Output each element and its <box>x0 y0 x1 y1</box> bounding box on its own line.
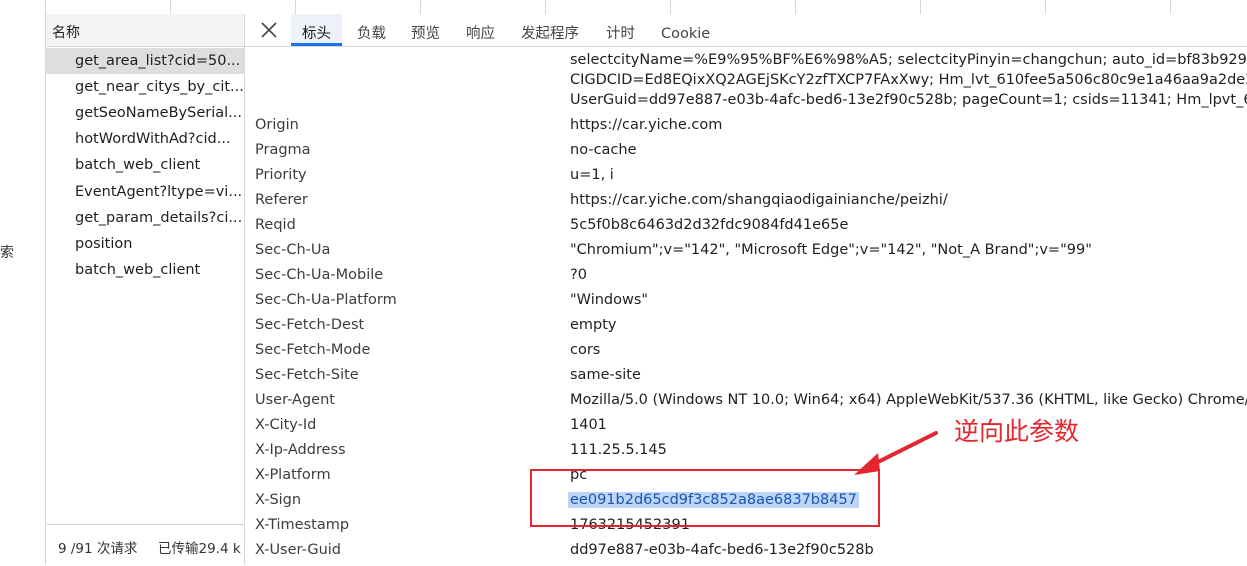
transferred-size: 已传输29.4 k <box>158 541 241 557</box>
header-value: ?0 <box>570 267 587 283</box>
cookie-value-line: selectcityName=%E9%95%BF%E6%98%A5; selec… <box>570 52 1247 68</box>
toolbar-cell <box>921 0 1046 14</box>
tab-preview[interactable]: 预览 <box>411 14 440 46</box>
header-name: Sec-Ch-Ua-Platform <box>255 292 397 308</box>
header-value: Mozilla/5.0 (Windows NT 10.0; Win64; x64… <box>570 392 1247 408</box>
header-name: Priority <box>255 167 307 183</box>
header-value: 111.25.5.145 <box>570 442 667 458</box>
header-value: no-cache <box>570 142 637 158</box>
request-list-panel: 名称 get_area_list?cid=50... get_near_city… <box>46 14 245 566</box>
header-name: X-Platform <box>255 467 331 483</box>
request-row[interactable]: get_area_list?cid=50... <box>46 48 244 74</box>
annotation-label: 逆向此参数 <box>954 417 1080 446</box>
top-toolbar-strip <box>0 0 1247 14</box>
header-value: https://car.yiche.com/shangqiaodigainian… <box>570 192 948 208</box>
annotation-arrow-icon <box>854 431 938 475</box>
header-name: X-User-Guid <box>255 542 341 558</box>
request-count: 9 /91 次请求 <box>58 541 138 557</box>
toolbar-cell <box>671 0 796 14</box>
name-column-label: 名称 <box>52 25 80 41</box>
header-value: 1401 <box>570 417 607 433</box>
request-row[interactable]: hotWordWithAd?cid... <box>46 126 244 152</box>
toolbar-cell <box>296 0 421 14</box>
header-name: Sec-Fetch-Mode <box>255 342 371 358</box>
toolbar-cell <box>546 0 671 14</box>
header-name: Sec-Ch-Ua <box>255 242 331 258</box>
cookie-value-line: UserGuid=dd97e887-e03b-4afc-bed6-13e2f90… <box>570 92 1247 108</box>
header-value: 5c5f0b8c6463d2d32fdc9084fd41e65e <box>570 217 849 233</box>
toolbar-cell <box>796 0 921 14</box>
cookie-value-line: CIGDCID=Ed8EQixXQ2AGEjSKcY2zfTXCP7FAxXwy… <box>570 72 1247 88</box>
header-value: empty <box>570 317 617 333</box>
tab-payload[interactable]: 负载 <box>357 14 386 46</box>
details-tab-bar: 标头 负载 预览 响应 发起程序 计时 Cookie <box>245 14 1247 47</box>
header-value: same-site <box>570 367 641 383</box>
name-column-header[interactable]: 名称 <box>46 14 244 47</box>
header-value: cors <box>570 342 601 358</box>
header-value: "Windows" <box>570 292 649 308</box>
header-value: https://car.yiche.com <box>570 117 723 133</box>
request-row[interactable]: position <box>46 231 244 257</box>
toolbar-cell <box>0 0 46 14</box>
left-panel-text-fragment: 索 <box>0 245 14 261</box>
header-name: X-Timestamp <box>255 517 350 533</box>
tab-timing[interactable]: 计时 <box>606 14 635 46</box>
request-row[interactable]: EventAgent?ltype=vi... <box>46 179 244 205</box>
tab-initiator[interactable]: 发起程序 <box>521 14 579 46</box>
header-name: User-Agent <box>255 392 335 408</box>
header-value: u=1, i <box>570 167 614 183</box>
highlight-box <box>530 469 880 527</box>
toolbar-cell <box>171 0 296 14</box>
header-name: X-City-Id <box>255 417 317 433</box>
header-name: Sec-Fetch-Site <box>255 367 359 383</box>
request-row[interactable]: get_param_details?ci... <box>46 205 244 231</box>
header-name: Pragma <box>255 142 311 158</box>
header-name: Origin <box>255 117 299 133</box>
close-icon[interactable] <box>259 20 279 40</box>
request-row[interactable]: batch_web_client <box>46 257 244 283</box>
header-name: Sec-Fetch-Dest <box>255 317 365 333</box>
request-row[interactable]: batch_web_client <box>46 152 244 178</box>
header-name: Referer <box>255 192 308 208</box>
tab-headers[interactable]: 标头 <box>291 14 342 46</box>
header-name: X-Ip-Address <box>255 442 346 458</box>
header-name: Reqid <box>255 217 296 233</box>
header-value: dd97e887-e03b-4afc-bed6-13e2f90c528b <box>570 542 874 558</box>
header-name: Sec-Ch-Ua-Mobile <box>255 267 384 283</box>
toolbar-cell <box>421 0 546 14</box>
request-row[interactable]: getSeoNameBySerial... <box>46 100 244 126</box>
tab-cookie[interactable]: Cookie <box>661 14 710 46</box>
request-row[interactable]: get_near_citys_by_cit... <box>46 74 244 100</box>
tab-response[interactable]: 响应 <box>466 14 495 46</box>
header-value: "Chromium";v="142", "Microsoft Edge";v="… <box>570 242 1092 258</box>
toolbar-cell <box>1046 0 1171 14</box>
toolbar-cell <box>46 0 171 14</box>
status-bar: 9 /91 次请求 已传输29.4 k <box>46 524 244 566</box>
left-side-panel: 索 <box>0 14 46 565</box>
header-name: X-Sign <box>255 492 302 508</box>
